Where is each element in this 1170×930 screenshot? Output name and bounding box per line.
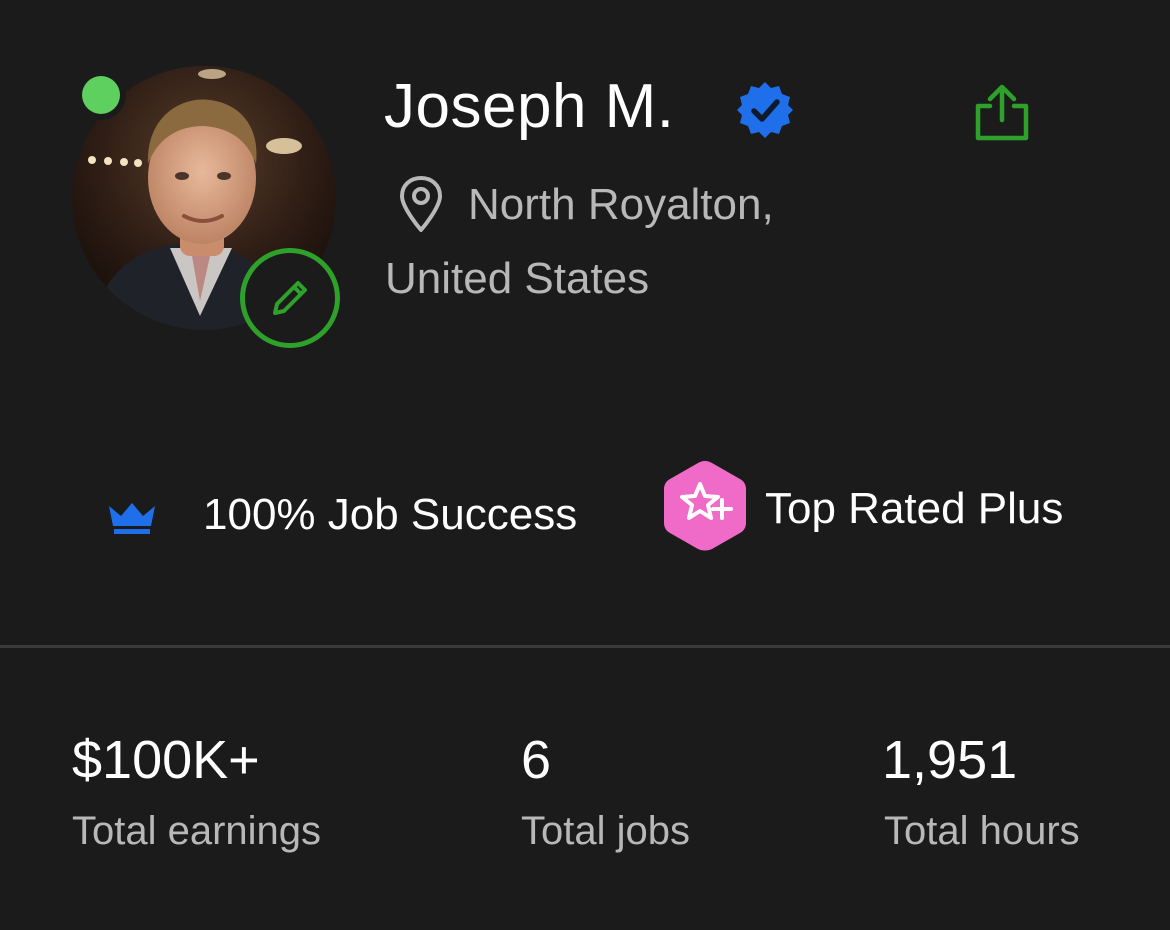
location-city: North Royalton, xyxy=(468,180,774,229)
divider xyxy=(0,645,1170,648)
top-rated-plus-icon xyxy=(664,461,746,551)
pencil-icon xyxy=(273,281,307,315)
crown-icon xyxy=(109,503,155,534)
job-success-badge: 100% Job Success xyxy=(203,490,578,539)
total-hours-value: 1,951 xyxy=(882,730,1018,790)
verified-badge-icon xyxy=(737,82,793,138)
total-earnings-value: $100K+ xyxy=(72,730,260,790)
top-rated-plus-badge: Top Rated Plus xyxy=(765,484,1064,533)
profile-name: Joseph M. xyxy=(384,72,675,141)
total-earnings-label: Total earnings xyxy=(72,809,322,853)
edit-photo-button[interactable] xyxy=(240,248,340,348)
location-country: United States xyxy=(385,254,650,303)
share-icon[interactable] xyxy=(968,80,1036,148)
location-pin-icon xyxy=(400,176,442,232)
total-jobs-label: Total jobs xyxy=(521,809,690,853)
total-hours-label: Total hours xyxy=(884,809,1080,853)
total-jobs-value: 6 xyxy=(521,730,552,790)
online-status-indicator xyxy=(82,76,120,114)
